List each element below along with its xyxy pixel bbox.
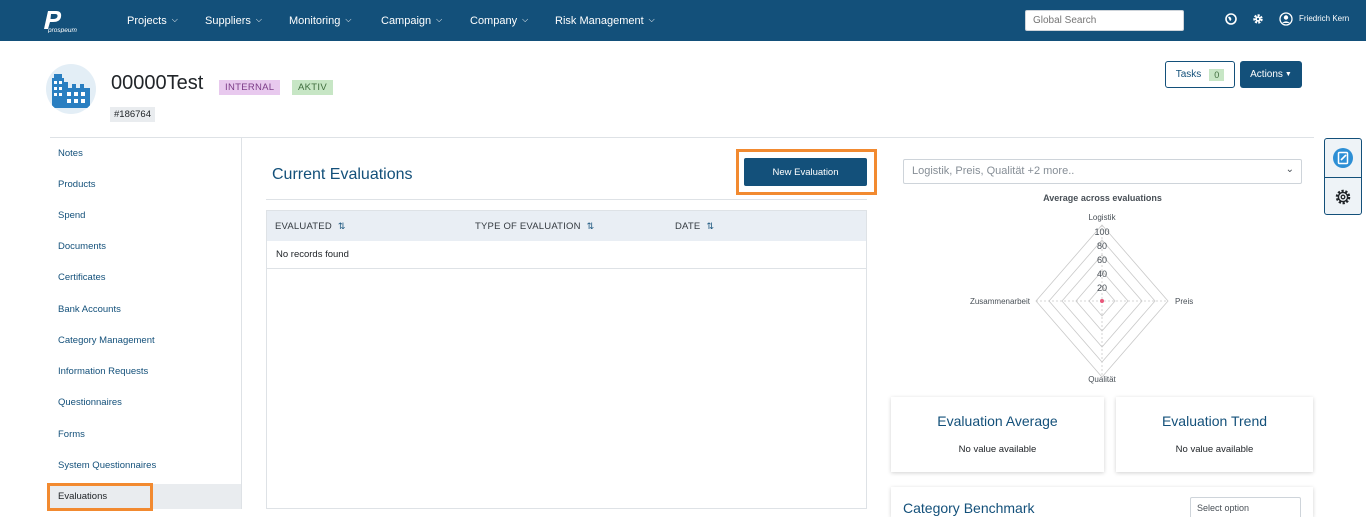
criteria-placeholder: Logistik, Preis, Qualität +2 more.. <box>912 165 1075 177</box>
card-title: Evaluation Average <box>937 413 1058 429</box>
globe-icon[interactable] <box>1224 12 1238 26</box>
radar-tick-60: 60 <box>1097 255 1107 265</box>
sidebar-item-certificates[interactable]: Certificates <box>58 272 106 283</box>
nav-risk-management[interactable]: Risk Management ⌵ <box>555 0 655 41</box>
caret-down-icon: ▼ <box>1284 71 1292 78</box>
sidebar-item-system-questionnaires[interactable]: System Questionnaires <box>58 460 156 471</box>
supplier-id: #186764 <box>110 107 155 122</box>
gear-icon[interactable] <box>1251 12 1265 26</box>
chevron-down-icon: ⌵ <box>648 14 655 24</box>
page-title: Current Evaluations <box>272 166 413 183</box>
radar-tick-40: 40 <box>1097 269 1107 279</box>
table-header: EVALUATED ⇅ TYPE OF EVALUATION ⇅ DATE ⇅ <box>267 211 866 241</box>
gear-icon <box>1335 189 1351 205</box>
criteria-multiselect[interactable]: Logistik, Preis, Qualität +2 more.. ⌄ <box>903 159 1302 184</box>
sidebar-item-notes[interactable]: Notes <box>58 148 83 159</box>
tasks-button[interactable]: Tasks 0 <box>1165 61 1235 88</box>
radar-title: Average across evaluations <box>1043 193 1162 203</box>
benchmark-select[interactable]: Select option <box>1190 497 1301 517</box>
sidebar-item-documents[interactable]: Documents <box>58 241 106 252</box>
nav-label: Risk Management <box>555 14 644 27</box>
floating-tools-panel <box>1324 138 1362 215</box>
prospeum-logo[interactable]: prospeum <box>42 9 94 34</box>
column-header-date[interactable]: DATE ⇅ <box>675 221 714 232</box>
chevron-down-icon: ⌵ <box>345 14 352 24</box>
column-label: EVALUATED <box>275 221 332 232</box>
nav-label: Company <box>470 14 518 27</box>
sidebar-item-forms[interactable]: Forms <box>58 429 85 440</box>
user-name[interactable]: Friedrich Kern <box>1299 14 1349 23</box>
nav-campaign[interactable]: Campaign ⌵ <box>381 0 442 41</box>
card-value: No value available <box>958 444 1037 455</box>
radar-tick-100: 100 <box>1094 227 1109 237</box>
sort-icon[interactable]: ⇅ <box>587 221 595 231</box>
chevron-down-icon: ⌵ <box>436 14 443 24</box>
nav-suppliers[interactable]: Suppliers ⌵ <box>205 0 262 41</box>
card-value: No value available <box>1175 444 1254 455</box>
radar-axis-label-zusammenarbeit: Zusammenarbeit <box>970 297 1031 306</box>
card-title: Category Benchmark <box>903 500 1035 516</box>
column-label: TYPE OF EVALUATION <box>475 221 581 232</box>
sidebar-item-information-requests[interactable]: Information Requests <box>58 366 148 377</box>
radar-axis-label-logistik: Logistik <box>1088 213 1116 222</box>
sort-icon[interactable]: ⇅ <box>338 221 346 231</box>
radar-chart: Logistik Preis Qualität Zusammenarbeit 1… <box>970 213 1193 384</box>
actions-dropdown-button[interactable]: Actions ▼ <box>1240 61 1302 88</box>
tasks-count-badge: 0 <box>1209 68 1225 81</box>
radar-axis-label-preis: Preis <box>1175 297 1193 306</box>
sidebar-item-bank-accounts[interactable]: Bank Accounts <box>58 304 121 315</box>
nav-projects[interactable]: Projects ⌵ <box>127 0 178 41</box>
nav-label: Suppliers <box>205 14 251 27</box>
column-header-evaluated[interactable]: EVALUATED ⇅ <box>275 221 346 232</box>
column-label: DATE <box>675 221 701 232</box>
supplier-avatar <box>46 64 96 114</box>
new-evaluation-highlight-box <box>736 149 877 195</box>
category-benchmark-card: Category Benchmark Select option <box>891 487 1313 517</box>
actions-label: Actions <box>1250 69 1283 80</box>
radar-tick-20: 20 <box>1097 283 1107 293</box>
column-header-type[interactable]: TYPE OF EVALUATION ⇅ <box>475 221 594 232</box>
chevron-down-icon: ⌵ <box>171 14 178 24</box>
sidebar-item-questionnaires[interactable]: Questionnaires <box>58 397 122 408</box>
row-divider <box>267 268 866 269</box>
nav-company[interactable]: Company ⌵ <box>470 0 528 41</box>
edit-note-icon <box>1333 148 1353 168</box>
evaluation-average-card: Evaluation Average No value available <box>891 397 1104 472</box>
svg-text:prospeum: prospeum <box>47 27 77 33</box>
sort-icon[interactable]: ⇅ <box>706 221 714 231</box>
chevron-down-icon: ⌵ <box>255 14 262 24</box>
evaluation-trend-card: Evaluation Trend No value available <box>1116 397 1313 472</box>
tasks-label: Tasks <box>1175 69 1202 80</box>
settings-button[interactable] <box>1325 178 1361 216</box>
global-search-input[interactable] <box>1025 10 1184 31</box>
radar-axis-label-qualitaet: Qualität <box>1088 375 1116 384</box>
sidebar-item-spend[interactable]: Spend <box>58 210 85 221</box>
notes-edit-button[interactable] <box>1325 139 1361 177</box>
supplier-name: 00000Test <box>111 72 204 94</box>
card-title: Evaluation Trend <box>1161 413 1268 429</box>
nav-label: Projects <box>127 14 167 27</box>
nav-label: Campaign <box>381 14 432 27</box>
radar-tick-80: 80 <box>1097 241 1107 251</box>
evaluations-highlight-box <box>47 483 153 511</box>
chevron-down-icon: ⌵ <box>522 14 529 24</box>
title-divider <box>266 199 867 200</box>
empty-message: No records found <box>276 249 349 260</box>
status-badge: INTERNAL <box>219 80 281 95</box>
top-navbar: prospeum Projects ⌵ Suppliers ⌵ Monitoring… <box>0 0 1366 41</box>
user-icon[interactable] <box>1279 12 1293 26</box>
sidebar-item-category-management[interactable]: Category Management <box>58 335 155 346</box>
evaluations-table: EVALUATED ⇅ TYPE OF EVALUATION ⇅ DATE ⇅ No … <box>266 210 867 509</box>
nav-label: Monitoring <box>289 14 341 27</box>
chevron-down-icon: ⌄ <box>1285 164 1294 175</box>
supplier-sidebar: Notes Products Spend Documents Certifica… <box>50 138 242 509</box>
status-badge: AKTIV <box>292 80 333 95</box>
radar-data-point <box>1100 299 1104 303</box>
sidebar-item-products[interactable]: Products <box>58 179 96 190</box>
nav-monitoring[interactable]: Monitoring ⌵ <box>289 0 351 41</box>
